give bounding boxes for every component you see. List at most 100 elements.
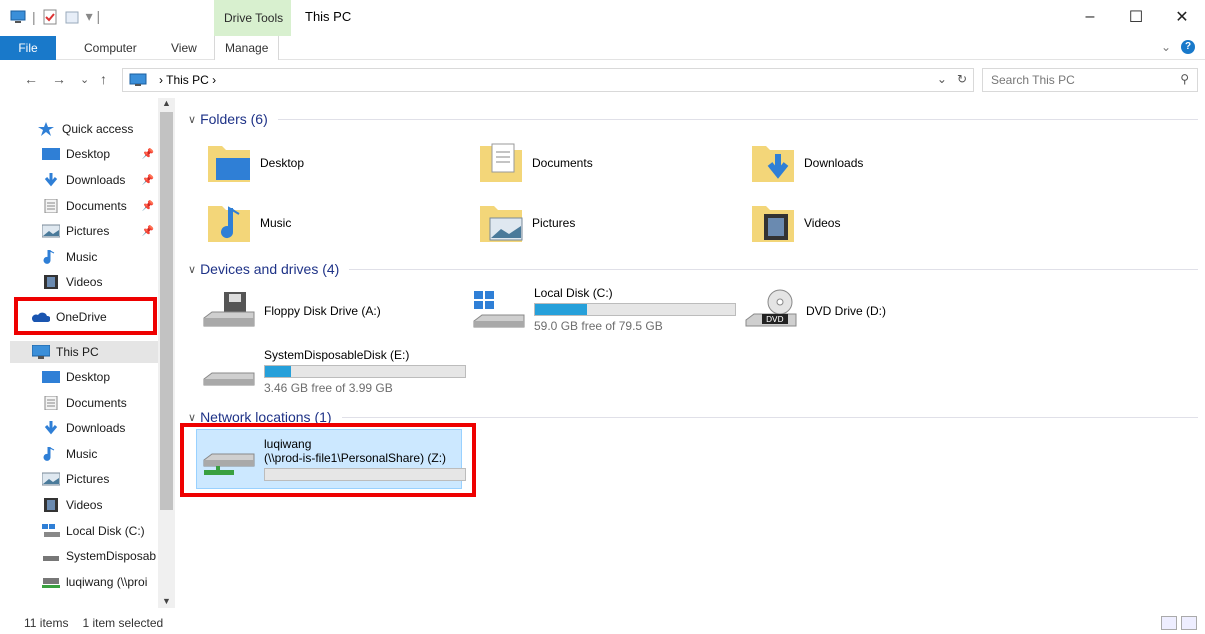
folder-label: Music xyxy=(260,216,292,230)
minimize-button[interactable]: – xyxy=(1067,0,1113,34)
help-icon[interactable]: ? xyxy=(1181,40,1195,54)
ribbon-right-controls: ⌄ ? xyxy=(1161,40,1195,54)
nav-pc-desktop[interactable]: Desktop xyxy=(42,366,110,388)
nav-pc-videos[interactable]: Videos xyxy=(42,494,102,516)
nav-pc-documents[interactable]: Documents xyxy=(42,392,127,414)
nav-item-label: Pictures xyxy=(66,224,110,238)
pin-icon[interactable]: 📌 xyxy=(142,175,154,186)
large-icons-view-icon[interactable] xyxy=(1181,616,1197,630)
folder-videos[interactable]: Videos xyxy=(750,200,840,246)
desktop-folder-icon xyxy=(206,140,252,186)
refresh-icon[interactable]: ↻ xyxy=(957,72,967,86)
search-icon[interactable]: ⚲ xyxy=(1180,72,1189,86)
tab-computer[interactable]: Computer xyxy=(84,36,137,60)
nav-item-label: Videos xyxy=(66,275,103,289)
back-button[interactable]: ← xyxy=(24,71,38,87)
windows-drive-icon xyxy=(42,524,60,538)
address-path[interactable]: › This PC › xyxy=(159,73,216,87)
drive-dvd-d[interactable]: DVD DVD Drive (D:) xyxy=(742,288,886,334)
folder-label: Downloads xyxy=(804,156,864,170)
group-devices-label: Devices and drives (4) xyxy=(200,261,340,277)
pin-icon[interactable]: 📌 xyxy=(142,201,154,212)
drive-floppy-a[interactable]: Floppy Disk Drive (A:) xyxy=(200,288,381,334)
nav-item-label: Desktop xyxy=(66,147,111,161)
tab-file[interactable]: File xyxy=(0,36,56,60)
download-arrow-icon xyxy=(42,173,60,187)
folder-downloads[interactable]: Downloads xyxy=(750,140,863,186)
folder-pictures[interactable]: Pictures xyxy=(478,200,575,246)
nav-pc-pictures[interactable]: Pictures xyxy=(42,468,109,490)
group-folders[interactable]: ∨ Folders (6) xyxy=(188,109,1198,129)
up-button[interactable]: ↑ xyxy=(100,71,107,87)
downloads-folder-icon xyxy=(750,140,796,186)
maximize-button[interactable]: ☐ xyxy=(1113,0,1159,34)
recent-locations-button[interactable]: ⌄ xyxy=(80,73,89,86)
scroll-up-icon[interactable]: ▲ xyxy=(162,98,171,108)
desktop-icon xyxy=(42,147,60,161)
address-dropdown-icon[interactable]: ⌄ xyxy=(937,72,947,86)
selection-count: 1 item selected xyxy=(82,616,164,630)
nav-pc-network-drive[interactable]: luqiwang (\\proi xyxy=(42,571,158,593)
nav-item-pictures[interactable]: Pictures 📌 xyxy=(42,220,154,242)
nav-pc-music[interactable]: Music xyxy=(42,443,97,465)
nav-item-videos[interactable]: Videos xyxy=(42,271,102,293)
nav-item-downloads[interactable]: Downloads 📌 xyxy=(42,169,154,191)
star-icon xyxy=(38,122,56,136)
title-bar: | ▾ | Drive Tools This PC – ☐ ✕ xyxy=(0,0,1205,38)
nav-scrollbar[interactable]: ▲ ▼ xyxy=(158,98,175,608)
new-folder-icon[interactable] xyxy=(64,9,80,25)
search-input[interactable]: Search This PC ⚲ xyxy=(982,68,1198,92)
customize-toolbar-icon[interactable]: ▾ | xyxy=(86,8,101,25)
folder-music[interactable]: Music xyxy=(206,200,291,246)
pin-icon[interactable]: 📌 xyxy=(142,226,154,237)
nav-this-pc[interactable]: This PC xyxy=(10,341,158,363)
pictures-folder-icon xyxy=(478,200,524,246)
drive-label: DVD Drive (D:) xyxy=(806,304,886,318)
onedrive-highlight-box xyxy=(14,297,157,335)
computer-icon[interactable] xyxy=(10,9,26,25)
nav-item-label: Documents xyxy=(66,396,127,410)
nav-pc-local-disk-c[interactable]: Local Disk (C:) xyxy=(42,520,145,542)
details-view-icon[interactable] xyxy=(1161,616,1177,630)
nav-item-desktop[interactable]: Desktop 📌 xyxy=(42,143,154,165)
expand-ribbon-icon[interactable]: ⌄ xyxy=(1161,40,1171,54)
group-divider xyxy=(349,268,1198,270)
free-space-text: 3.46 GB free of 3.99 GB xyxy=(264,381,393,395)
pin-icon[interactable]: 📌 xyxy=(142,149,154,160)
usage-bar xyxy=(264,365,466,378)
nav-item-music[interactable]: Music xyxy=(42,246,97,268)
drive-tools-label: Drive Tools xyxy=(224,11,284,25)
address-bar[interactable]: › This PC › ⌄ ↻ xyxy=(122,68,974,92)
nav-quick-access[interactable]: Quick access xyxy=(38,118,133,140)
usage-bar-fill xyxy=(265,366,291,377)
drive-label: Floppy Disk Drive (A:) xyxy=(264,304,381,318)
drive-system-disposable-e[interactable]: SystemDisposableDisk (E:) 3.46 GB free o… xyxy=(200,348,466,395)
close-button[interactable]: ✕ xyxy=(1159,0,1205,34)
drive-icon xyxy=(42,549,60,563)
nav-pc-downloads[interactable]: Downloads xyxy=(42,417,125,439)
film-icon xyxy=(42,498,60,512)
group-devices[interactable]: ∨ Devices and drives (4) xyxy=(188,259,1198,279)
folder-documents[interactable]: Documents xyxy=(478,140,593,186)
nav-quick-access-label: Quick access xyxy=(62,122,134,136)
toolbar-separator: | xyxy=(32,8,36,25)
nav-item-label: Music xyxy=(66,447,98,461)
nav-pc-system-disposable[interactable]: SystemDisposab xyxy=(42,545,158,567)
drive-local-c[interactable]: Local Disk (C:) 59.0 GB free of 79.5 GB xyxy=(470,286,736,333)
quick-access-toolbar: | ▾ | xyxy=(10,8,100,25)
dvd-drive-icon: DVD xyxy=(742,288,800,334)
forward-button[interactable]: → xyxy=(52,71,66,87)
group-divider xyxy=(277,118,1198,120)
scroll-down-icon[interactable]: ▼ xyxy=(162,596,171,606)
properties-icon[interactable] xyxy=(42,9,58,25)
tab-view[interactable]: View xyxy=(171,36,197,60)
tab-manage[interactable]: Manage xyxy=(214,36,280,60)
nav-item-documents[interactable]: Documents 📌 xyxy=(42,195,154,217)
download-arrow-icon xyxy=(42,421,60,435)
folder-desktop[interactable]: Desktop xyxy=(206,140,304,186)
nav-item-label: Downloads xyxy=(66,421,126,435)
nav-item-label: Pictures xyxy=(66,472,110,486)
documents-icon xyxy=(42,395,60,411)
scrollbar-thumb[interactable] xyxy=(160,112,173,510)
nav-item-label: Downloads xyxy=(66,173,126,187)
